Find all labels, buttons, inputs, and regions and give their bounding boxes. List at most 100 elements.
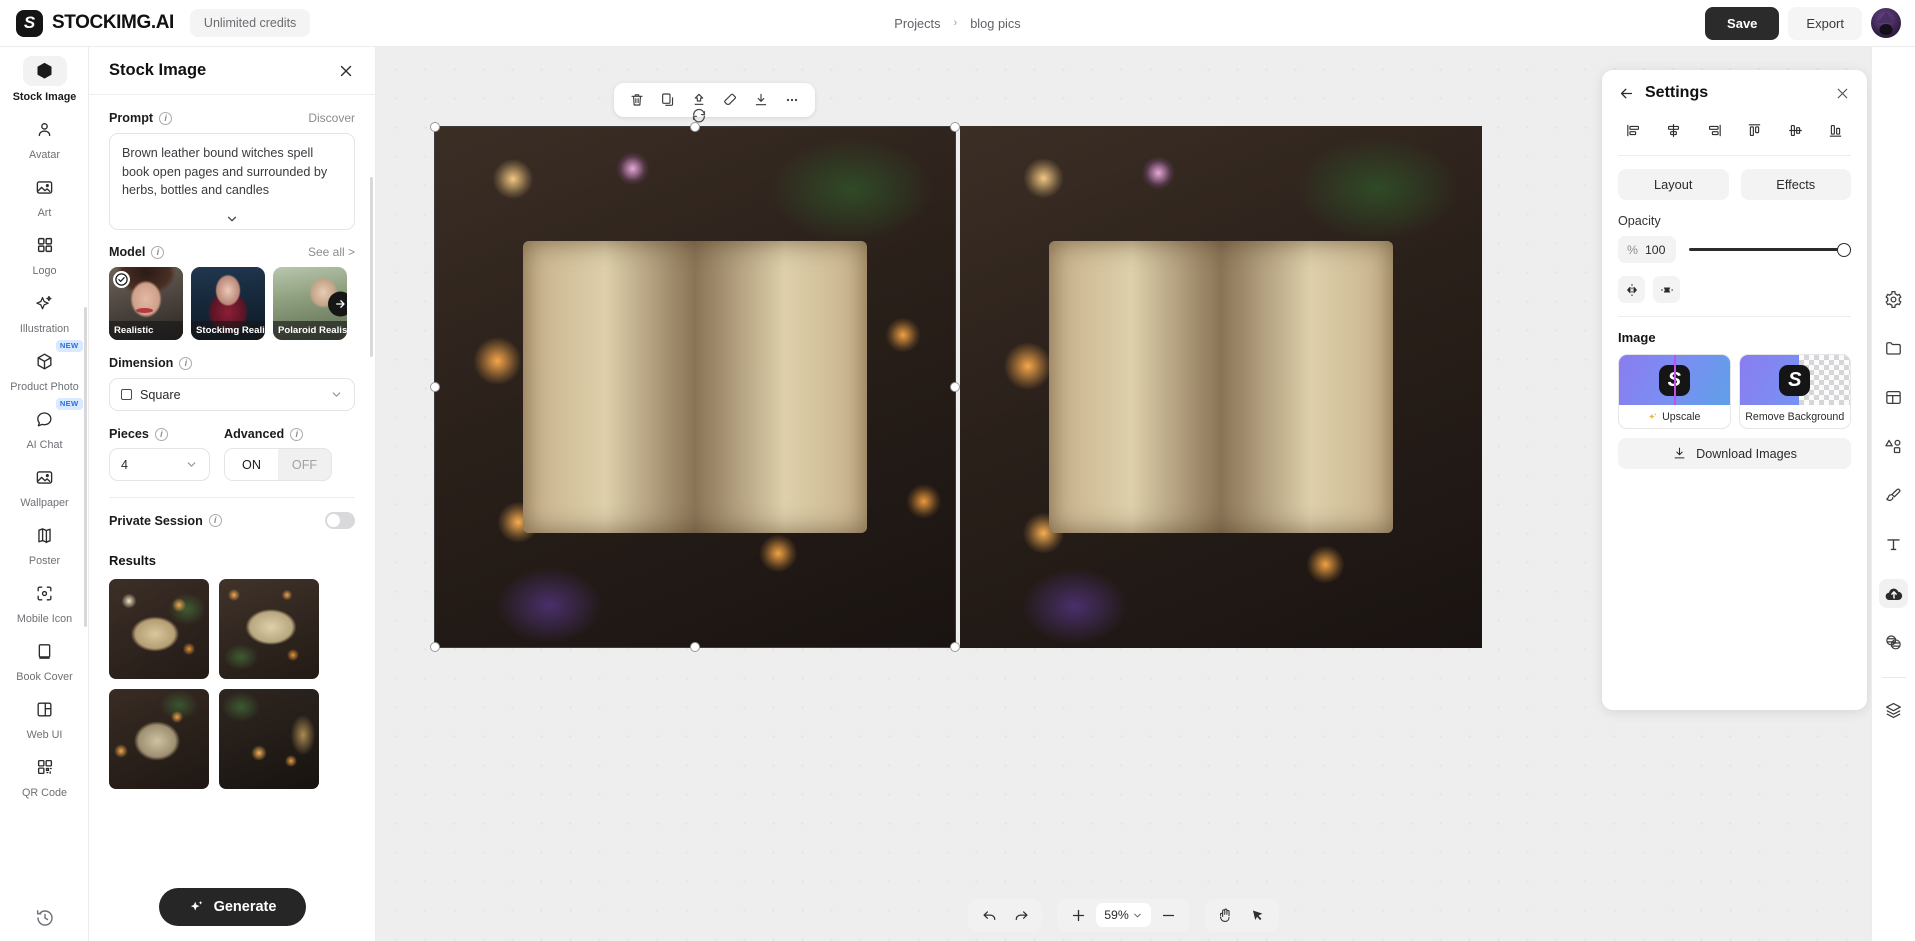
info-icon[interactable]: i (179, 356, 193, 370)
selected-image-frame[interactable] (430, 122, 960, 652)
align-center-horizontal-icon[interactable] (1661, 118, 1687, 142)
undo-button[interactable] (975, 902, 1003, 928)
export-button[interactable]: Export (1788, 6, 1862, 40)
zoom-in-button[interactable] (1064, 902, 1092, 928)
select-tool-button[interactable] (1244, 902, 1272, 928)
settings-tool[interactable] (1879, 285, 1908, 314)
align-right-icon[interactable] (1701, 118, 1727, 142)
sidebar-item-product-photo[interactable]: NEW Product Photo (0, 340, 88, 399)
breadcrumb-root[interactable]: Projects (894, 16, 940, 31)
result-thumbnail[interactable] (219, 579, 319, 679)
remove-background-card[interactable]: S Remove Background (1738, 354, 1851, 429)
advanced-on-option[interactable]: ON (225, 449, 278, 480)
arrow-right-icon[interactable] (328, 291, 347, 316)
model-card-polaroid-realistic[interactable]: Polaroid Realistic (273, 267, 347, 340)
tab-effects[interactable]: Effects (1740, 169, 1851, 200)
resize-handle-bottom-right[interactable] (950, 642, 960, 652)
panel-scrollbar[interactable] (370, 177, 373, 357)
chevron-down-icon[interactable] (219, 210, 245, 228)
close-icon[interactable] (1834, 85, 1851, 102)
align-bottom-icon[interactable] (1823, 118, 1849, 142)
delete-button[interactable] (624, 87, 650, 113)
tab-layout[interactable]: Layout (1618, 169, 1729, 200)
sidebar-item-wallpaper[interactable]: Wallpaper (0, 457, 88, 515)
generate-button[interactable]: Generate (158, 888, 307, 926)
sidebar-item-book-cover[interactable]: Book Cover (0, 631, 88, 689)
more-options-button[interactable] (779, 87, 805, 113)
resize-handle-middle-right[interactable] (950, 382, 960, 392)
model-carousel: Realistic Stockimg Realistic Polaroid Re… (109, 267, 355, 340)
discover-link[interactable]: Discover (308, 111, 355, 125)
brush-tool[interactable] (1879, 481, 1908, 510)
align-left-icon[interactable] (1620, 118, 1646, 142)
sidebar-item-avatar[interactable]: Avatar (0, 109, 88, 167)
result-thumbnail[interactable] (109, 689, 209, 789)
download-button[interactable] (748, 87, 774, 113)
info-icon[interactable]: i (151, 245, 165, 259)
private-session-toggle[interactable] (325, 512, 355, 529)
hand-tool-button[interactable] (1212, 902, 1240, 928)
brand-logo[interactable]: S STOCKIMG.AI (16, 9, 174, 37)
effects-tool[interactable] (1879, 628, 1908, 657)
sidebar-item-stock-image[interactable]: Stock Image (0, 51, 88, 109)
info-icon[interactable]: i (159, 111, 173, 125)
sidebar-item-qr-code[interactable]: QR Code (0, 747, 88, 805)
sidebar-item-mobile-icon[interactable]: Mobile Icon (0, 573, 88, 631)
breadcrumb-current[interactable]: blog pics (970, 16, 1021, 31)
result-thumbnail[interactable] (219, 689, 319, 789)
resize-handle-top-center[interactable] (690, 122, 700, 132)
resize-handle-top-right[interactable] (950, 122, 960, 132)
assets-tool[interactable] (1879, 334, 1908, 363)
dimension-value: Square (140, 387, 181, 402)
result-thumbnail[interactable] (109, 579, 209, 679)
resize-handle-middle-left[interactable] (430, 382, 440, 392)
opacity-slider[interactable] (1689, 242, 1851, 258)
templates-tool[interactable] (1879, 383, 1908, 412)
download-images-button[interactable]: Download Images (1618, 438, 1851, 469)
text-tool[interactable] (1879, 530, 1908, 559)
canvas-image-secondary[interactable] (960, 126, 1482, 648)
history-button[interactable] (0, 903, 88, 933)
save-button[interactable]: Save (1705, 6, 1780, 40)
dimension-select[interactable]: Square (109, 378, 355, 411)
sidebar-item-ai-chat[interactable]: NEW AI Chat (0, 398, 88, 457)
layers-tool[interactable] (1879, 696, 1908, 725)
sidebar-item-poster[interactable]: Poster (0, 515, 88, 573)
sidebar-item-logo[interactable]: Logo (0, 225, 88, 283)
sidebar-item-web-ui[interactable]: Web UI (0, 689, 88, 747)
upload-tool[interactable] (1879, 579, 1908, 608)
flip-horizontal-icon[interactable] (1618, 276, 1645, 303)
duplicate-button[interactable] (655, 87, 681, 113)
info-icon[interactable]: i (208, 514, 222, 527)
advanced-off-option[interactable]: OFF (278, 449, 331, 480)
rail-scrollbar[interactable] (84, 307, 87, 627)
align-center-vertical-icon[interactable] (1782, 118, 1808, 142)
redo-button[interactable] (1007, 902, 1035, 928)
eraser-button[interactable] (717, 87, 743, 113)
info-icon[interactable]: i (154, 427, 168, 441)
zoom-out-button[interactable] (1155, 902, 1183, 928)
opacity-input[interactable]: % 100 (1618, 236, 1676, 263)
resize-handle-top-left[interactable] (430, 122, 440, 132)
avatar[interactable] (1871, 8, 1901, 38)
sidebar-item-illustration[interactable]: Illustration (0, 283, 88, 341)
pieces-select[interactable]: 4 (109, 448, 210, 481)
brush-icon (1886, 488, 1901, 502)
slider-thumb[interactable] (1837, 242, 1851, 257)
sidebar-item-art[interactable]: Art (0, 167, 88, 225)
resize-handle-bottom-center[interactable] (690, 642, 700, 652)
resize-handle-bottom-left[interactable] (430, 642, 440, 652)
upscale-card[interactable]: S Upscale (1618, 354, 1731, 429)
align-top-icon[interactable] (1742, 118, 1768, 142)
model-card-stockimg-realistic[interactable]: Stockimg Realistic (191, 267, 265, 340)
arrow-left-icon[interactable] (1618, 85, 1635, 102)
prompt-input[interactable]: Brown leather bound witches spell book o… (109, 133, 355, 230)
model-card-realistic[interactable]: Realistic (109, 267, 183, 340)
see-all-link[interactable]: See all > (308, 245, 355, 259)
zoom-level-select[interactable]: 59% (1096, 903, 1151, 927)
info-icon[interactable]: i (290, 427, 304, 441)
close-icon[interactable] (337, 62, 355, 80)
credits-badge[interactable]: Unlimited credits (189, 9, 311, 37)
flip-vertical-icon[interactable] (1653, 276, 1680, 303)
shapes-tool[interactable] (1879, 432, 1908, 461)
